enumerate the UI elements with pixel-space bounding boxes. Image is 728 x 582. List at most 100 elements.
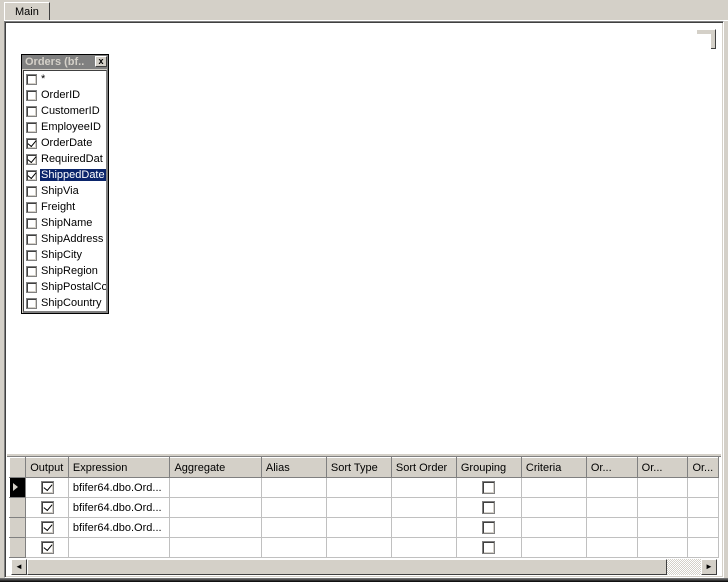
cell-alias[interactable] — [261, 478, 326, 498]
table-window-titlebar[interactable]: Orders (bf.. x — [22, 55, 108, 69]
field-row[interactable]: * — [24, 71, 106, 87]
field-row[interactable]: ShipCountry — [24, 295, 106, 311]
field-row[interactable]: OrderID — [24, 87, 106, 103]
field-checkbox[interactable] — [26, 154, 37, 165]
column-header-criteria[interactable]: Criteria — [521, 458, 586, 478]
cell-grouping[interactable] — [456, 498, 521, 518]
field-row[interactable]: ShippedDate — [24, 167, 106, 183]
cell-or3[interactable] — [688, 478, 719, 498]
grouping-checkbox[interactable] — [482, 501, 495, 514]
row-header[interactable] — [10, 478, 26, 498]
cell-alias[interactable] — [261, 498, 326, 518]
cell-or3[interactable] — [688, 498, 719, 518]
column-header-sort_type[interactable]: Sort Type — [326, 458, 391, 478]
column-header-or3[interactable]: Or... — [688, 458, 719, 478]
cell-sort_type[interactable] — [326, 538, 391, 558]
cell-sort_order[interactable] — [391, 518, 456, 538]
field-checkbox[interactable] — [26, 266, 37, 277]
cell-or1[interactable] — [586, 478, 637, 498]
column-header-grouping[interactable]: Grouping — [456, 458, 521, 478]
cell-grouping[interactable] — [456, 518, 521, 538]
cell-or2[interactable] — [637, 538, 688, 558]
grid-row[interactable]: bfifer64.dbo.Ord... — [10, 498, 719, 518]
cell-output[interactable] — [26, 498, 69, 518]
grouping-checkbox[interactable] — [482, 541, 495, 554]
cell-output[interactable] — [26, 478, 69, 498]
field-checkbox[interactable] — [26, 106, 37, 117]
cell-or3[interactable] — [688, 538, 719, 558]
output-checkbox[interactable] — [41, 541, 54, 554]
grid-corner[interactable] — [10, 458, 26, 478]
field-checkbox[interactable] — [26, 282, 37, 293]
field-checkbox[interactable] — [26, 202, 37, 213]
scroll-left-icon[interactable]: ◄ — [11, 559, 27, 575]
field-list[interactable]: *OrderIDCustomerIDEmployeeIDOrderDateReq… — [23, 70, 107, 312]
tab-main[interactable]: Main — [4, 2, 50, 21]
field-checkbox[interactable] — [26, 74, 37, 85]
row-header[interactable] — [10, 538, 26, 558]
cell-sort_type[interactable] — [326, 498, 391, 518]
column-header-expression[interactable]: Expression — [68, 458, 170, 478]
field-checkbox[interactable] — [26, 218, 37, 229]
grouping-checkbox[interactable] — [482, 521, 495, 534]
cell-alias[interactable] — [261, 538, 326, 558]
scroll-track[interactable] — [27, 559, 701, 575]
horizontal-scrollbar[interactable]: ◄ ► — [11, 559, 717, 575]
field-row[interactable]: ShipCity — [24, 247, 106, 263]
cell-sort_order[interactable] — [391, 498, 456, 518]
cell-expression[interactable]: bfifer64.dbo.Ord... — [68, 478, 170, 498]
scroll-thumb[interactable] — [27, 559, 667, 575]
cell-criteria[interactable] — [521, 518, 586, 538]
field-row[interactable]: OrderDate — [24, 135, 106, 151]
field-row[interactable]: Freight — [24, 199, 106, 215]
grid-row[interactable]: bfifer64.dbo.Ord... — [10, 518, 719, 538]
cell-criteria[interactable] — [521, 478, 586, 498]
cell-aggregate[interactable] — [170, 478, 261, 498]
cell-grouping[interactable] — [456, 538, 521, 558]
grouping-checkbox[interactable] — [482, 481, 495, 494]
grid-row[interactable] — [10, 538, 719, 558]
field-checkbox[interactable] — [26, 122, 37, 133]
field-checkbox[interactable] — [26, 250, 37, 261]
column-header-or2[interactable]: Or... — [637, 458, 688, 478]
field-row[interactable]: ShipVia — [24, 183, 106, 199]
field-checkbox[interactable] — [26, 298, 37, 309]
field-row[interactable]: ShipPostalCo — [24, 279, 106, 295]
cell-criteria[interactable] — [521, 498, 586, 518]
scroll-right-icon[interactable]: ► — [701, 559, 717, 575]
cell-output[interactable] — [26, 538, 69, 558]
field-row[interactable]: ShipAddress — [24, 231, 106, 247]
field-row[interactable]: ShipRegion — [24, 263, 106, 279]
cell-or3[interactable] — [688, 518, 719, 538]
cell-or2[interactable] — [637, 518, 688, 538]
cell-or1[interactable] — [586, 498, 637, 518]
cell-expression[interactable]: bfifer64.dbo.Ord... — [68, 498, 170, 518]
row-header[interactable] — [10, 518, 26, 538]
grid-row[interactable]: bfifer64.dbo.Ord... — [10, 478, 719, 498]
table-window-orders[interactable]: Orders (bf.. x *OrderIDCustomerIDEmploye… — [21, 54, 109, 314]
close-icon[interactable]: x — [95, 56, 107, 67]
cell-or2[interactable] — [637, 498, 688, 518]
cell-sort_order[interactable] — [391, 538, 456, 558]
output-checkbox[interactable] — [41, 481, 54, 494]
cell-or2[interactable] — [637, 478, 688, 498]
column-header-alias[interactable]: Alias — [261, 458, 326, 478]
field-row[interactable]: EmployeeID — [24, 119, 106, 135]
field-row[interactable]: ShipName — [24, 215, 106, 231]
row-header[interactable] — [10, 498, 26, 518]
cell-sort_type[interactable] — [326, 478, 391, 498]
cell-sort_type[interactable] — [326, 518, 391, 538]
cell-grouping[interactable] — [456, 478, 521, 498]
cell-or1[interactable] — [586, 538, 637, 558]
field-checkbox[interactable] — [26, 186, 37, 197]
cell-aggregate[interactable] — [170, 498, 261, 518]
cell-expression[interactable]: bfifer64.dbo.Ord... — [68, 518, 170, 538]
field-row[interactable]: CustomerID — [24, 103, 106, 119]
criteria-grid[interactable]: OutputExpressionAggregateAliasSort TypeS… — [9, 457, 719, 558]
output-checkbox[interactable] — [41, 501, 54, 514]
cell-or1[interactable] — [586, 518, 637, 538]
cell-expression[interactable] — [68, 538, 170, 558]
cell-output[interactable] — [26, 518, 69, 538]
diagram-pane[interactable]: Orders (bf.. x *OrderIDCustomerIDEmploye… — [17, 34, 711, 523]
cell-criteria[interactable] — [521, 538, 586, 558]
